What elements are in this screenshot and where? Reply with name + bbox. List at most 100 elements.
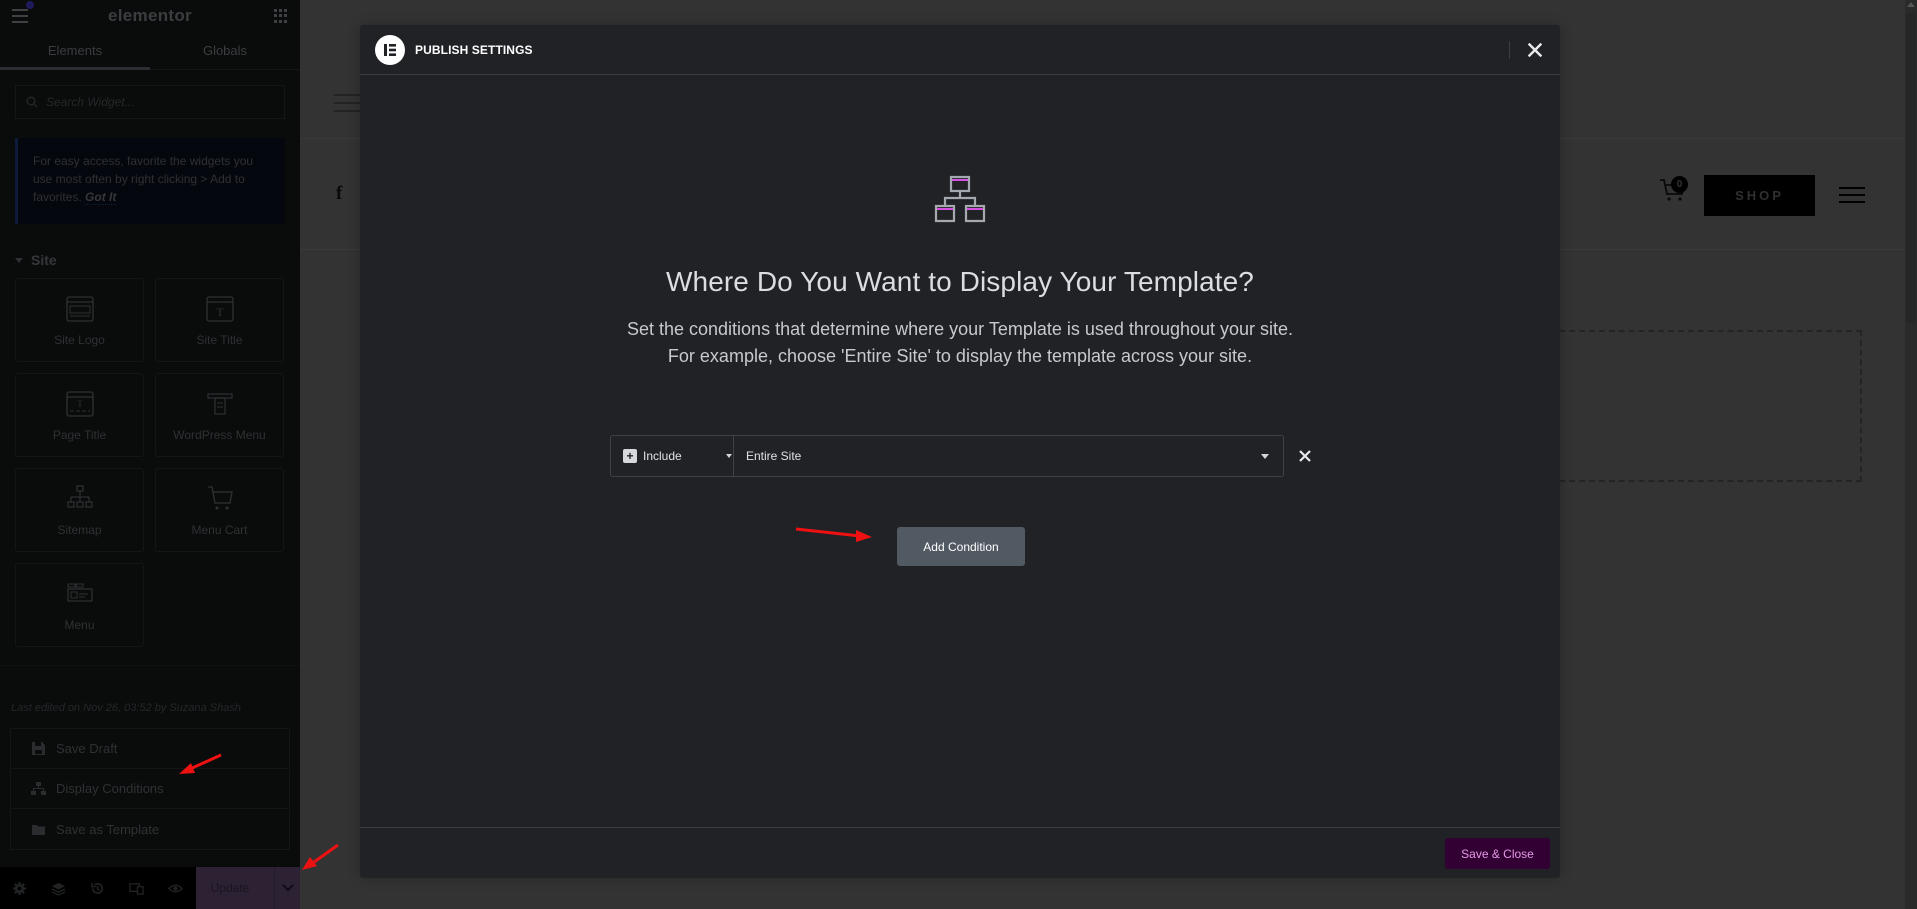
sitemap-icon — [66, 485, 93, 508]
widget-menu[interactable]: Menu — [15, 563, 144, 647]
chevron-down-icon — [281, 884, 294, 892]
widget-menu-cart[interactable]: Menu Cart — [155, 468, 284, 552]
update-button-group: Update — [196, 867, 300, 909]
wordpress-menu-icon — [206, 393, 233, 415]
last-edited-text: Last edited on Nov 26, 03:52 by Suzana S… — [11, 702, 241, 714]
close-icon — [1299, 450, 1311, 462]
apps-grid-icon[interactable] — [274, 9, 288, 23]
add-condition-button[interactable]: Add Condition — [897, 527, 1025, 566]
caret-down-icon — [15, 257, 23, 263]
tip-text: For easy access, favorite the widgets yo… — [33, 154, 254, 204]
page-scrollbar[interactable] — [1905, 0, 1917, 909]
condition-value-select[interactable]: Entire Site — [734, 436, 1283, 476]
tab-elements[interactable]: Elements — [0, 32, 150, 70]
eye-icon — [168, 884, 183, 892]
modal-heading: Where Do You Want to Display Your Templa… — [666, 266, 1254, 297]
widget-wordpress-menu[interactable]: WordPress Menu — [155, 373, 284, 457]
page-menu-icon — [1839, 187, 1865, 208]
layers-icon — [51, 882, 66, 896]
navigator-button[interactable] — [39, 867, 78, 909]
history-icon — [91, 882, 104, 894]
facebook-icon: f — [336, 183, 343, 204]
category-site-toggle[interactable]: Site — [15, 252, 285, 268]
history-button[interactable] — [78, 867, 117, 909]
responsive-icon — [129, 882, 144, 895]
panel-footer: Update — [0, 867, 300, 909]
menu-item-display-conditions[interactable]: Display Conditions — [11, 769, 289, 809]
widget-label: Site Logo — [54, 333, 105, 347]
remove-condition-button[interactable] — [1296, 447, 1314, 465]
floppy-icon — [32, 742, 45, 755]
site-title-icon: T — [205, 296, 234, 322]
settings-button[interactable] — [0, 867, 39, 909]
widget-page-title[interactable]: T Page Title — [15, 373, 144, 457]
widget-label: Menu — [64, 618, 95, 632]
widget-site-title[interactable]: T Site Title — [155, 278, 284, 362]
elementor-panel: elementor Elements Globals For easy acce… — [0, 0, 300, 909]
update-options-toggle[interactable] — [274, 867, 300, 909]
tab-globals[interactable]: Globals — [150, 32, 300, 69]
menu-item-save-draft[interactable]: Save Draft — [11, 729, 289, 769]
menu-item-label: Display Conditions — [56, 781, 164, 796]
conditions-sitemap-icon — [934, 175, 986, 223]
gear-icon — [12, 881, 27, 895]
scroll-up-arrow-icon[interactable] — [1907, 2, 1915, 7]
widget-label: Page Title — [52, 428, 107, 442]
hamburger-menu-icon[interactable] — [12, 9, 28, 27]
divider — [0, 665, 300, 666]
widget-label: Menu Cart — [191, 523, 248, 537]
widget-label: Sitemap — [57, 523, 102, 537]
modal-footer: Save & Close — [360, 827, 1560, 878]
menu-widget-icon — [66, 583, 93, 602]
widget-site-logo[interactable]: Site Logo — [15, 278, 144, 362]
folder-icon — [32, 824, 45, 835]
search-widget-field — [15, 85, 285, 119]
svg-text:T: T — [216, 305, 224, 319]
plus-icon: + — [623, 449, 637, 463]
cart-count-badge: 0 — [1671, 176, 1688, 193]
modal-header: PUBLISH SETTINGS — [360, 25, 1560, 75]
widget-sitemap[interactable]: Sitemap — [15, 468, 144, 552]
caret-down-icon — [726, 454, 732, 458]
svg-text:T: T — [77, 399, 83, 409]
elementor-logo-icon — [375, 34, 405, 65]
elementor-logo: elementor — [108, 6, 192, 25]
update-button[interactable]: Update — [196, 881, 274, 895]
modal-title: PUBLISH SETTINGS — [415, 42, 533, 57]
condition-row: + Include Entire Site — [610, 435, 1314, 477]
panel-tabs: Elements Globals — [0, 32, 300, 70]
panel-header: elementor — [0, 0, 300, 32]
condition-fields: + Include Entire Site — [610, 435, 1284, 477]
sitemap-icon — [31, 782, 46, 795]
widget-grid: Site Logo T Site Title T Page Title Word… — [0, 278, 300, 647]
save-and-close-button[interactable]: Save & Close — [1445, 838, 1550, 869]
widget-label: WordPress Menu — [173, 428, 266, 442]
scrollbar-thumb[interactable] — [1906, 13, 1916, 323]
modal-description: Set the conditions that determine where … — [360, 316, 1560, 370]
got-it-link[interactable]: Got It — [85, 190, 117, 205]
condition-type-value: Include — [643, 449, 682, 463]
save-options-menu: Save Draft Display Conditions Save as Te… — [10, 728, 290, 850]
category-title: Site — [31, 252, 57, 268]
site-logo-icon — [65, 296, 94, 322]
menu-item-label: Save as Template — [56, 821, 160, 837]
header-separator — [1509, 41, 1510, 59]
shop-button: SHOP — [1704, 175, 1815, 216]
caret-down-icon — [1261, 454, 1269, 459]
publish-settings-modal: PUBLISH SETTINGS Where Do You Want to Di… — [360, 25, 1560, 878]
favorites-tip: For easy access, favorite the widgets yo… — [15, 138, 285, 224]
condition-type-select[interactable]: + Include — [611, 436, 734, 476]
menu-item-save-as-template[interactable]: Save as Template — [11, 809, 289, 849]
widget-label: Site Title — [196, 333, 243, 347]
close-modal-button[interactable] — [1524, 39, 1546, 61]
cart-icon — [207, 486, 233, 510]
search-widget-input[interactable] — [46, 95, 266, 109]
page-hamburger-icon — [334, 94, 360, 118]
preview-button[interactable] — [156, 867, 195, 909]
description-line-1: Set the conditions that determine where … — [626, 319, 1294, 339]
responsive-mode-button[interactable] — [117, 867, 156, 909]
description-line-2: For example, choose 'Entire Site' to dis… — [667, 346, 1253, 366]
modal-body: Where Do You Want to Display Your Templa… — [360, 75, 1560, 370]
close-icon — [1528, 43, 1542, 57]
condition-value: Entire Site — [746, 449, 802, 463]
